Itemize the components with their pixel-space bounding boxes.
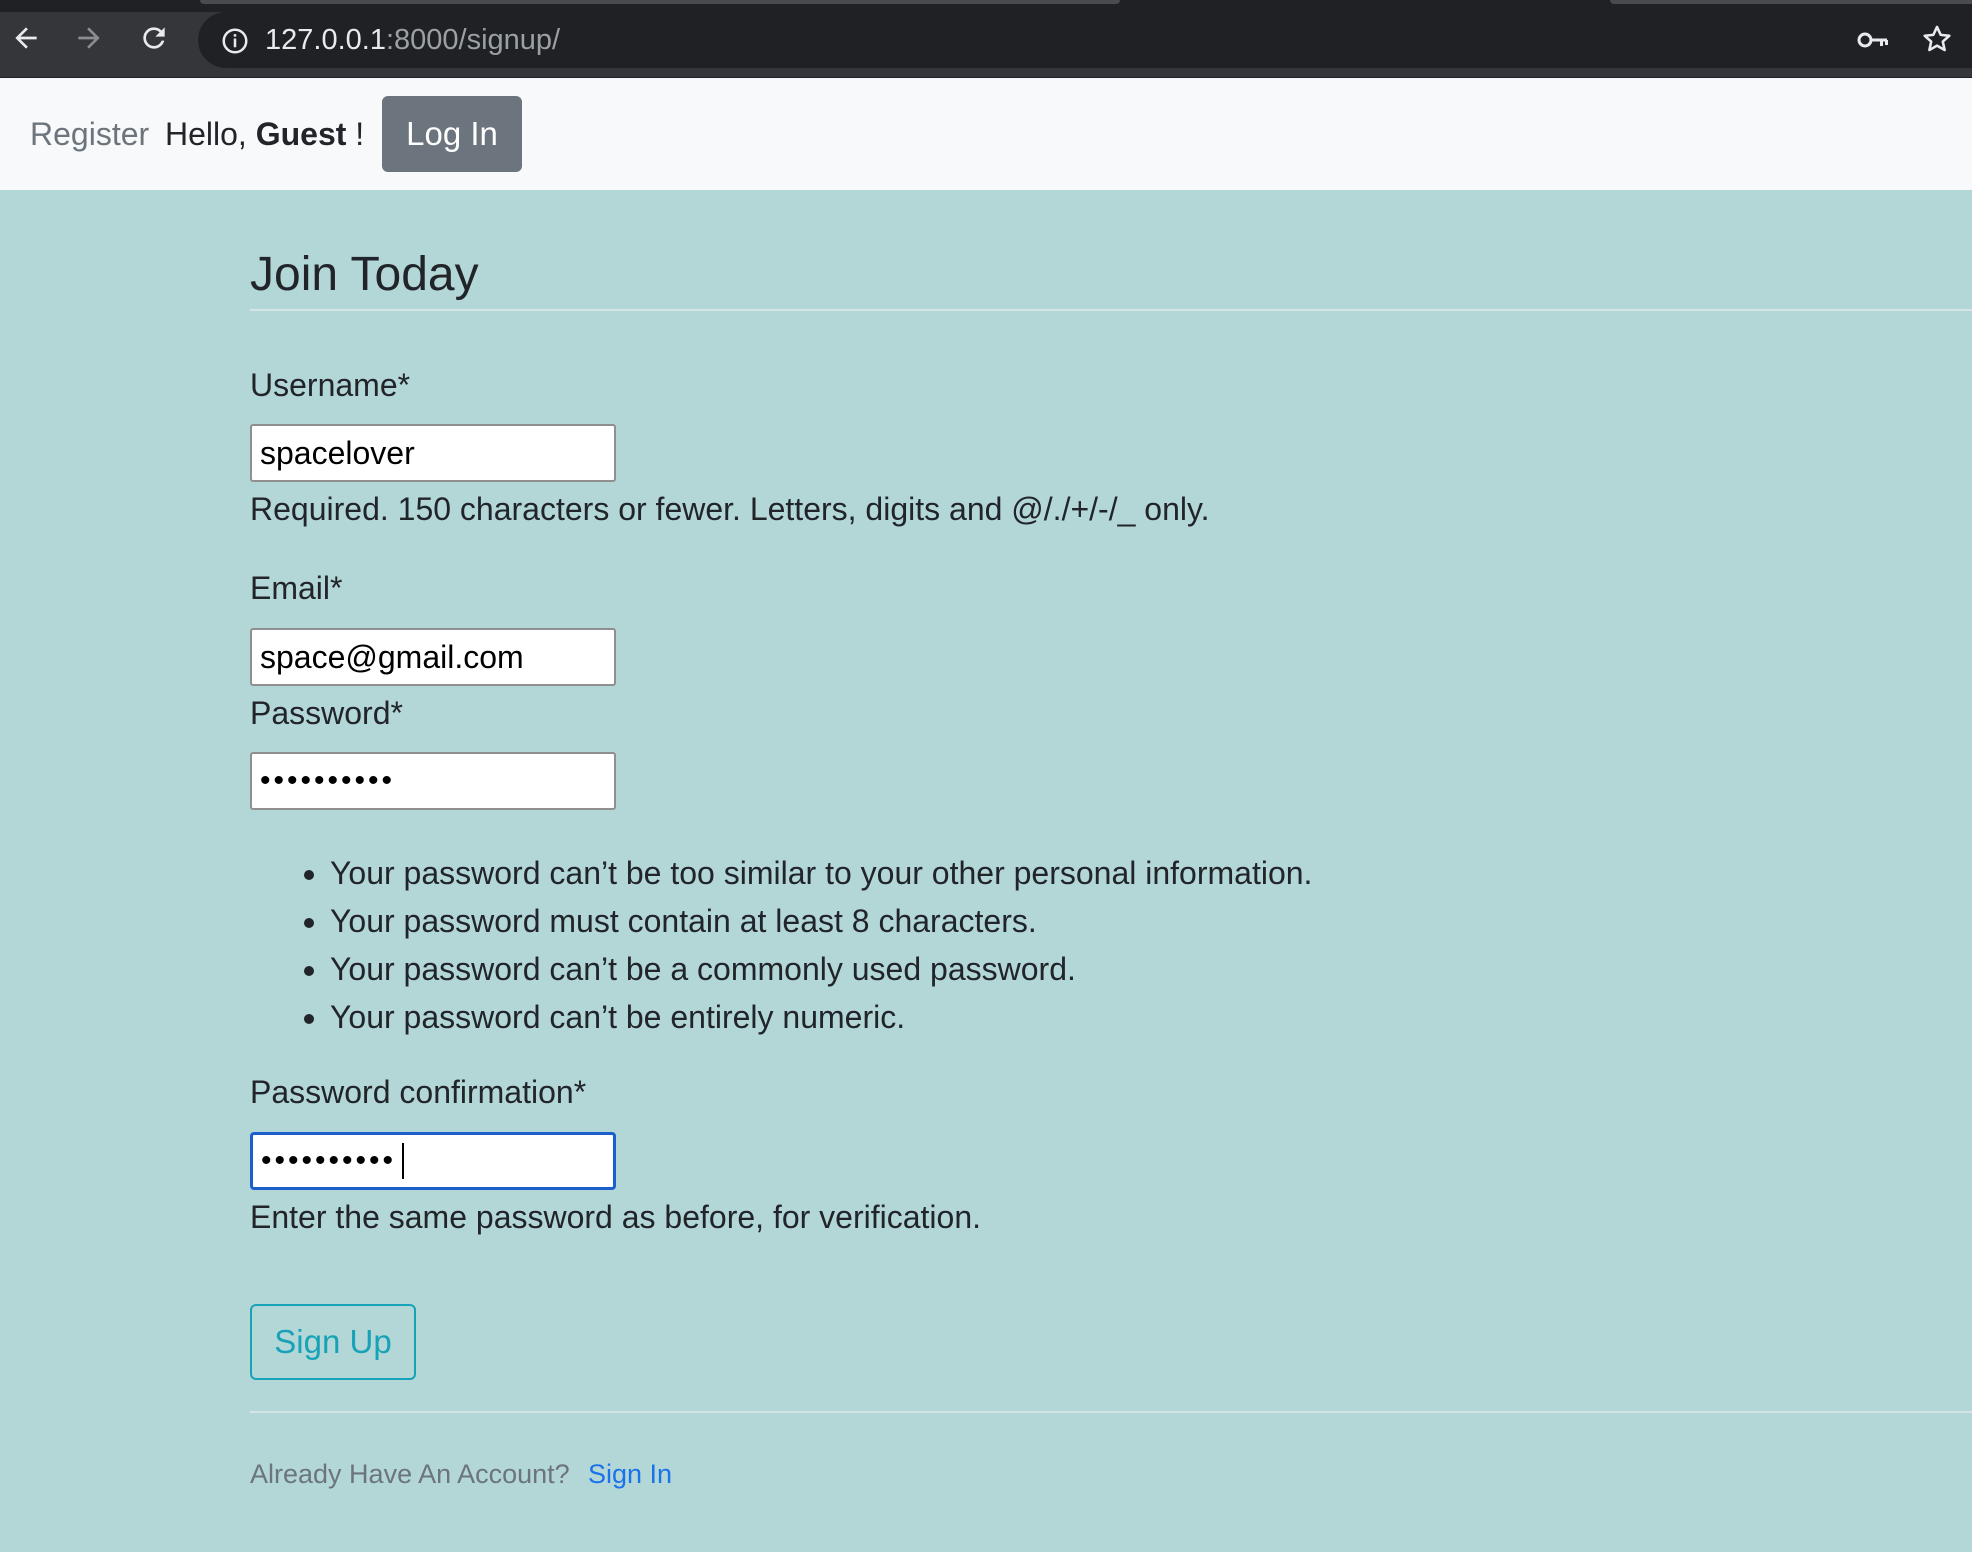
password-rule: Your password can’t be a commonly used p… [330, 945, 1312, 993]
password-rule: Your password can’t be entirely numeric. [330, 993, 1312, 1041]
text-cursor [402, 1143, 404, 1179]
password-rule: Your password must contain at least 8 ch… [330, 897, 1312, 945]
forward-arrow-icon [78, 27, 100, 49]
password-rule: Your password can’t be too similar to yo… [330, 849, 1312, 897]
sign-in-link[interactable]: Sign In [588, 1457, 672, 1491]
bookmark-star-icon[interactable] [1920, 22, 1954, 56]
title-divider [250, 309, 1972, 311]
password-input[interactable] [250, 752, 616, 810]
login-button[interactable]: Log In [382, 96, 522, 172]
username-help-text: Required. 150 characters or fewer. Lette… [250, 491, 1210, 527]
greeting-suffix: ! [346, 116, 365, 152]
password-confirmation-input[interactable] [250, 1132, 616, 1190]
password-confirmation-label: Password confirmation* [250, 1074, 587, 1110]
reload-button[interactable] [132, 16, 176, 60]
forward-button[interactable] [67, 16, 111, 60]
back-arrow-icon [15, 27, 37, 49]
greeting-username: Guest [255, 116, 347, 152]
username-label: Username* [250, 367, 411, 403]
url-host: 127.0.0.1 [265, 24, 386, 56]
url-text[interactable]: 127.0.0.1:8000/signup/ [265, 20, 560, 60]
browser-tab[interactable] [1610, 0, 1972, 4]
sign-up-button[interactable]: Sign Up [250, 1304, 416, 1380]
email-input[interactable] [250, 628, 616, 686]
password-rules-list: Your password can’t be too similar to yo… [250, 849, 1312, 1041]
form-title: Join Today [250, 248, 479, 301]
email-label: Email* [250, 570, 343, 606]
password-label: Password* [250, 695, 403, 731]
footer-divider [250, 1411, 1972, 1413]
already-have-account-text: Already Have An Account? [250, 1459, 570, 1489]
browser-tab[interactable] [200, 0, 1120, 4]
register-link[interactable]: Register [30, 114, 149, 154]
back-button[interactable] [4, 16, 48, 60]
browser-toolbar: 127.0.0.1:8000/signup/ [0, 0, 1972, 78]
greeting-prefix: Hello, [165, 116, 256, 152]
password-confirmation-help-text: Enter the same password as before, for v… [250, 1199, 982, 1235]
username-input[interactable] [250, 424, 616, 482]
key-icon[interactable] [1856, 24, 1892, 56]
reload-icon [143, 27, 165, 49]
greeting-text: Hello, Guest ! [165, 114, 364, 154]
site-info-icon[interactable] [220, 26, 250, 56]
url-path: :8000/signup/ [385, 24, 561, 56]
